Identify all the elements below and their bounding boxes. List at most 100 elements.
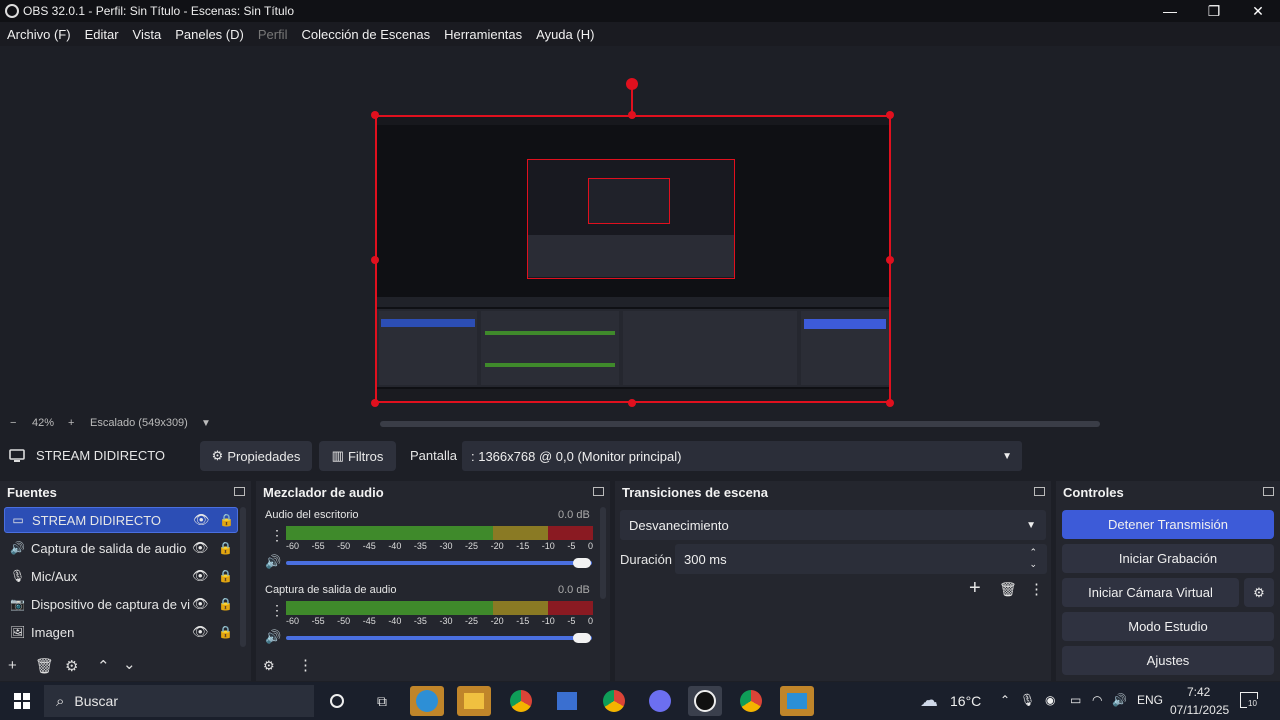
file-explorer-icon[interactable] (457, 686, 491, 716)
mixer-menu-icon[interactable]: ⋮ (298, 656, 313, 674)
undock-icon[interactable] (234, 487, 245, 496)
source-item[interactable]: 🔊 Captura de salida de audio 👁 🔒 (4, 535, 238, 561)
obs-taskbar-icon[interactable] (688, 686, 722, 716)
visibility-eye-icon[interactable]: 👁 (192, 624, 209, 640)
lock-icon[interactable]: 🔒 (218, 597, 233, 611)
weather-temperature[interactable]: 16°C (950, 693, 981, 709)
notifications-icon[interactable]: 10 (1240, 692, 1258, 708)
add-transition-icon[interactable]: + (969, 577, 981, 600)
start-recording-button[interactable]: Iniciar Grabación (1062, 544, 1274, 573)
visibility-eye-icon[interactable]: 👁 (192, 540, 209, 556)
resize-handle-tr[interactable] (886, 111, 894, 119)
preview-source[interactable] (375, 115, 891, 403)
chrome-icon[interactable] (504, 686, 538, 716)
volume-slider-knob[interactable] (573, 558, 591, 568)
undock-icon[interactable] (1034, 487, 1045, 496)
resize-handle-bl[interactable] (371, 399, 379, 407)
zoom-out-button[interactable]: − (10, 417, 16, 429)
add-source-icon[interactable]: + (8, 657, 17, 674)
menu-editar[interactable]: Editar (85, 27, 119, 42)
filters-button[interactable]: ▥ Filtros (319, 441, 396, 471)
microphone-tray-icon[interactable]: 🎙 (1020, 693, 1035, 707)
track-menu-icon[interactable]: ⋮ (270, 527, 284, 544)
chrome-profile-icon[interactable] (597, 686, 631, 716)
undock-icon[interactable] (1263, 487, 1274, 496)
edge-icon[interactable] (410, 686, 444, 716)
undock-icon[interactable] (593, 487, 604, 496)
resize-handle-tl[interactable] (371, 111, 379, 119)
resize-handle-t[interactable] (628, 111, 636, 119)
menu-perfil[interactable]: Perfil (258, 27, 288, 42)
menu-paneles[interactable]: Paneles (D) (175, 27, 244, 42)
rotation-handle[interactable] (626, 78, 638, 90)
menu-ayuda[interactable]: Ayuda (H) (536, 27, 594, 42)
speaker-icon[interactable]: 🔊 (265, 554, 281, 570)
menu-coleccion-escenas[interactable]: Colección de Escenas (301, 27, 430, 42)
trash-icon[interactable]: 🗑 (35, 657, 54, 675)
menu-vista[interactable]: Vista (133, 27, 162, 42)
resize-handle-b[interactable] (628, 399, 636, 407)
zoom-in-button[interactable]: + (68, 417, 74, 429)
trash-icon[interactable]: 🗑 (999, 581, 1017, 598)
track-menu-icon[interactable]: ⋮ (270, 602, 284, 619)
transition-menu-icon[interactable]: ⋮ (1029, 580, 1044, 598)
cortana-icon[interactable] (320, 686, 354, 716)
wifi-icon[interactable]: ◠ (1092, 693, 1102, 707)
horizontal-scrollbar[interactable] (380, 421, 1100, 427)
virtual-camera-settings-button[interactable]: ⚙ (1244, 578, 1274, 607)
settings-button[interactable]: Ajustes (1062, 646, 1274, 675)
taskbar-search[interactable]: ⌕ Buscar (44, 685, 314, 717)
properties-button[interactable]: ⚙ Propiedades (200, 441, 312, 471)
discord-icon[interactable] (643, 686, 677, 716)
volume-slider[interactable] (286, 561, 592, 565)
sources-scrollbar[interactable] (240, 507, 246, 647)
source-item[interactable]: 🎙 Mic/Aux 👁 🔒 (4, 563, 238, 589)
volume-slider[interactable] (286, 636, 592, 640)
start-virtual-camera-button[interactable]: Iniciar Cámara Virtual (1062, 578, 1239, 607)
display-select[interactable]: : 1366x768 @ 0,0 (Monitor principal) ▼ (462, 441, 1022, 471)
source-item[interactable]: 📷 Dispositivo de captura de vi 👁 🔒 (4, 591, 238, 617)
minimize-button[interactable]: — (1148, 0, 1192, 22)
speaker-icon[interactable]: 🔊 (265, 629, 281, 645)
clock-time[interactable]: 7:42 (1187, 685, 1210, 699)
clock-date[interactable]: 07/11/2025 (1170, 703, 1229, 717)
tray-chevron-up-icon[interactable]: ⌃ (1000, 693, 1010, 707)
menu-archivo[interactable]: Archivo (F) (7, 27, 71, 42)
mixer-scrollbar[interactable] (600, 507, 606, 599)
stop-streaming-button[interactable]: Detener Transmisión (1062, 510, 1274, 539)
volume-slider-knob[interactable] (573, 633, 591, 643)
visibility-eye-icon[interactable]: 👁 (192, 596, 209, 612)
visibility-eye-icon[interactable]: 👁 (192, 568, 209, 584)
webcam-tray-icon[interactable]: ◉ (1045, 693, 1055, 707)
lock-icon[interactable]: 🔒 (218, 569, 233, 583)
windows-start-icon[interactable] (14, 693, 30, 709)
chevron-up-icon[interactable]: ⌃ (97, 657, 110, 675)
resize-handle-br[interactable] (886, 399, 894, 407)
store-icon[interactable] (550, 686, 584, 716)
lock-icon[interactable]: 🔒 (218, 541, 233, 555)
duration-input[interactable]: 300 ms ⌃ ⌄ (675, 544, 1047, 574)
source-item[interactable]: 🖼 Imagen 👁 🔒 (4, 619, 238, 645)
source-item[interactable]: ▭ STREAM DIDIRECTO 👁 🔒 (4, 507, 238, 533)
chrome-icon[interactable] (734, 686, 768, 716)
menu-herramientas[interactable]: Herramientas (444, 27, 522, 42)
close-button[interactable]: ✕ (1236, 0, 1280, 22)
task-view-icon[interactable]: ⧉ (365, 686, 399, 716)
app-icon[interactable] (780, 686, 814, 716)
spin-arrows-icon[interactable]: ⌃ ⌄ (1029, 546, 1037, 570)
resize-handle-r[interactable] (886, 256, 894, 264)
resize-handle-l[interactable] (371, 256, 379, 264)
battery-icon[interactable]: ▭ (1070, 693, 1081, 707)
mixer-settings-icon[interactable]: ⚙ (263, 658, 275, 674)
scaling-dropdown[interactable]: ▼ (201, 418, 211, 429)
gear-icon[interactable]: ⚙ (65, 657, 78, 675)
maximize-button[interactable]: ❐ (1192, 0, 1236, 22)
studio-mode-button[interactable]: Modo Estudio (1062, 612, 1274, 641)
weather-cloud-icon[interactable]: ☁ (920, 690, 938, 711)
lock-icon[interactable]: 🔒 (219, 513, 234, 527)
lock-icon[interactable]: 🔒 (218, 625, 233, 639)
volume-tray-icon[interactable]: 🔊 (1112, 693, 1127, 707)
chevron-down-icon[interactable]: ⌄ (123, 655, 136, 673)
visibility-eye-icon[interactable]: 👁 (193, 512, 210, 528)
transition-select[interactable]: Desvanecimiento ▼ (620, 510, 1046, 540)
